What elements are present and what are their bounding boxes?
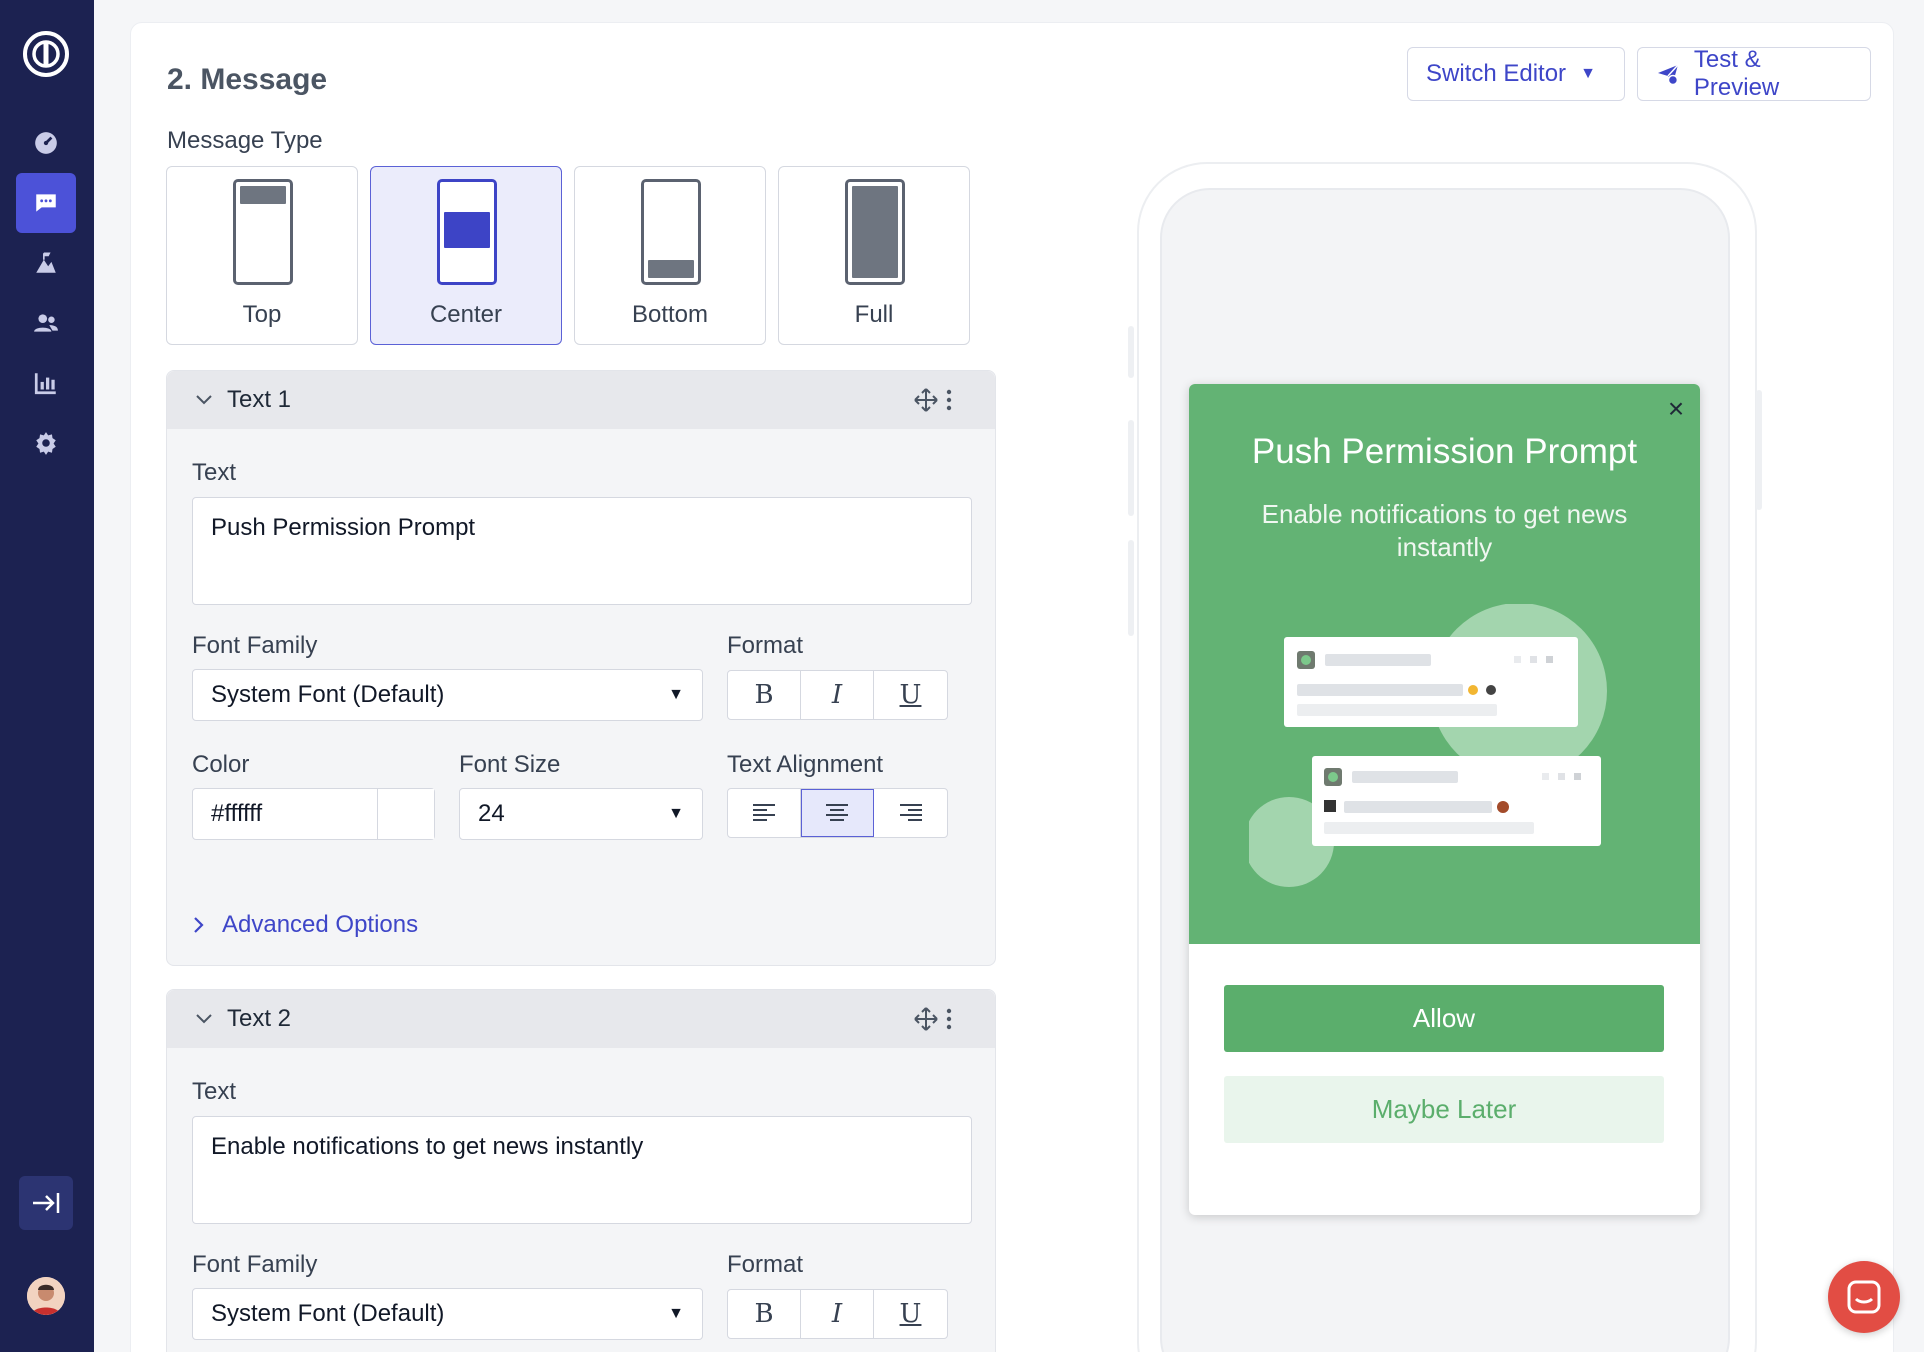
font-size-select[interactable]: 24 ▼ <box>459 788 703 840</box>
font-family-select[interactable]: System Font (Default) ▼ <box>192 1288 703 1340</box>
font-family-select[interactable]: System Font (Default) ▼ <box>192 669 703 721</box>
font-size-label: Font Size <box>459 751 561 778</box>
preview-modal-header: × Push Permission Prompt Enable notifica… <box>1189 384 1700 944</box>
caret-down-icon: ▼ <box>1580 65 1596 82</box>
nav-messages-icon[interactable] <box>16 173 76 233</box>
message-type-full[interactable]: Full <box>778 166 970 345</box>
italic-button[interactable]: I <box>801 671 874 719</box>
text-1-panel: Text 1 Text Push Permission Prompt Font … <box>166 370 996 966</box>
chevron-down-icon[interactable] <box>193 1008 215 1030</box>
message-type-top[interactable]: Top <box>166 166 358 345</box>
preview-subtitle: Enable notifications to get news instant… <box>1261 499 1628 562</box>
font-family-label: Font Family <box>192 1251 318 1278</box>
text-2-panel: Text 2 Text Enable notifications to get … <box>166 989 996 1352</box>
message-type-top-label: Top <box>242 301 282 328</box>
caret-down-icon: ▼ <box>668 805 684 822</box>
phone-side-button <box>1128 326 1134 378</box>
test-preview-label: Test & Preview <box>1693 46 1780 101</box>
phone-side-button <box>1128 540 1134 636</box>
message-type-bottom-label: Bottom <box>631 301 709 328</box>
text-input[interactable]: Push Permission Prompt <box>192 497 972 605</box>
phone-full-icon <box>845 179 905 285</box>
color-swatch[interactable] <box>378 789 434 839</box>
text-2-panel-header[interactable]: Text 2 <box>167 990 995 1048</box>
message-type-selector: Top Center Bottom Full <box>166 166 970 345</box>
switch-editor-button[interactable]: Switch Editor ▼ <box>1407 47 1625 101</box>
align-left-button[interactable] <box>728 789 801 837</box>
message-type-center[interactable]: Center <box>370 166 562 345</box>
bold-button[interactable]: B <box>728 671 801 719</box>
font-family-value: System Font (Default) <box>211 1300 445 1327</box>
message-type-center-label: Center <box>429 301 503 328</box>
align-center-icon <box>826 804 848 821</box>
alignment-button-group <box>727 788 948 838</box>
text-alignment-label: Text Alignment <box>727 751 884 778</box>
bold-button[interactable]: B <box>728 1290 801 1338</box>
allow-button[interactable]: Allow <box>1224 985 1664 1052</box>
font-family-value: System Font (Default) <box>211 681 445 708</box>
phone-side-button <box>1756 390 1762 510</box>
color-input[interactable]: #ffffff <box>193 789 378 839</box>
font-size-value: 24 <box>478 800 505 827</box>
align-left-icon <box>753 804 775 821</box>
italic-button[interactable]: I <box>801 1290 874 1338</box>
text-1-panel-header[interactable]: Text 1 <box>167 371 995 429</box>
text-label: Text <box>192 1078 237 1105</box>
color-label: Color <box>192 751 250 778</box>
onesignal-logo-icon[interactable] <box>22 30 70 78</box>
move-drag-icon[interactable] <box>913 387 939 413</box>
align-center-button[interactable] <box>801 789 874 837</box>
nav-journeys-icon[interactable] <box>16 233 76 293</box>
kebab-menu-icon[interactable] <box>945 1007 953 1031</box>
nav-audience-icon[interactable] <box>16 293 76 353</box>
format-label: Format <box>727 632 804 659</box>
sidebar <box>0 0 94 1352</box>
caret-down-icon: ▼ <box>668 686 684 703</box>
chat-bubble-icon <box>1847 1280 1881 1314</box>
switch-editor-label: Switch Editor <box>1426 60 1567 87</box>
underline-button[interactable]: U <box>874 671 947 719</box>
font-family-label: Font Family <box>192 632 318 659</box>
chevron-down-icon[interactable] <box>193 389 215 411</box>
chevron-right-icon <box>194 917 204 933</box>
phone-side-button <box>1128 420 1134 516</box>
message-type-bottom[interactable]: Bottom <box>574 166 766 345</box>
section-title: 2. Message <box>167 63 328 96</box>
nav-dashboard-icon[interactable] <box>16 113 76 173</box>
advanced-options-toggle[interactable]: Advanced Options <box>192 911 418 939</box>
text-label: Text <box>192 459 237 486</box>
color-field[interactable]: #ffffff <box>192 788 435 840</box>
format-button-group: B I U <box>727 670 948 720</box>
format-button-group: B I U <box>727 1289 948 1339</box>
panel-title: Text 2 <box>227 1005 292 1032</box>
arrow-right-to-bar-icon <box>33 1193 60 1213</box>
user-avatar[interactable] <box>27 1277 65 1315</box>
notification-illustration <box>1249 604 1607 887</box>
move-drag-icon[interactable] <box>913 1006 939 1032</box>
phone-top-icon <box>233 179 293 285</box>
message-type-label: Message Type <box>167 127 323 154</box>
nav-analytics-icon[interactable] <box>16 353 76 413</box>
align-right-icon <box>899 804 922 821</box>
sidebar-collapse-button[interactable] <box>19 1176 73 1230</box>
support-chat-button[interactable] <box>1828 1261 1900 1333</box>
preview-modal: × Push Permission Prompt Enable notifica… <box>1189 384 1700 1215</box>
kebab-menu-icon[interactable] <box>945 388 953 412</box>
caret-down-icon: ▼ <box>668 1305 684 1322</box>
panel-title: Text 1 <box>227 386 292 413</box>
text-input[interactable]: Enable notifications to get news instant… <box>192 1116 972 1224</box>
paper-plane-icon <box>1657 64 1679 86</box>
close-icon[interactable]: × <box>1663 395 1689 423</box>
message-type-full-label: Full <box>854 301 894 328</box>
maybe-later-button[interactable]: Maybe Later <box>1224 1076 1664 1143</box>
format-label: Format <box>727 1251 804 1278</box>
underline-button[interactable]: U <box>874 1290 947 1338</box>
nav-settings-gear-icon[interactable] <box>16 413 76 473</box>
preview-title: Push Permission Prompt <box>1251 432 1638 471</box>
align-right-button[interactable] <box>874 789 947 837</box>
test-preview-button[interactable]: Test & Preview <box>1637 46 1871 101</box>
advanced-options-label: Advanced Options <box>222 911 419 938</box>
phone-bottom-icon <box>641 179 701 285</box>
phone-center-icon <box>437 179 497 285</box>
